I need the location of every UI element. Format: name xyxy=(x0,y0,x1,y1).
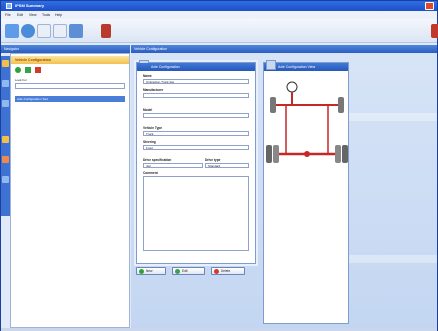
rear-right-outer-wheel xyxy=(342,145,348,163)
drive-type-label: Drive type xyxy=(205,158,221,162)
delete-button-label: Delete xyxy=(221,269,231,273)
edit-button[interactable]: Edit xyxy=(172,267,205,275)
tab-icon-1[interactable] xyxy=(2,60,9,67)
properties-title: Axle Configuration xyxy=(137,63,255,71)
new-icon[interactable] xyxy=(5,24,19,38)
menu-bar: File Edit View Tools Help xyxy=(1,11,437,19)
comment-field[interactable] xyxy=(143,176,249,251)
copy-icon[interactable] xyxy=(53,24,67,38)
vehicle-type-label: Vehicle Type xyxy=(143,126,163,130)
toolbar xyxy=(1,19,438,43)
new-button-icon xyxy=(139,269,144,274)
document-icon[interactable] xyxy=(37,24,51,38)
section-title: Vehicle Configuration xyxy=(11,56,129,64)
model-label: Model xyxy=(143,108,153,112)
delete-button-icon xyxy=(214,269,219,274)
exit-icon[interactable] xyxy=(431,24,438,38)
tab-icon-3[interactable] xyxy=(2,100,9,107)
delete-button[interactable]: Delete xyxy=(211,267,245,275)
front-left-wheel xyxy=(270,97,276,113)
rear-left-inner-wheel xyxy=(273,145,279,163)
steering-field[interactable]: Front xyxy=(143,145,249,150)
manufacturer-field[interactable] xyxy=(143,93,249,98)
add-icon[interactable] xyxy=(15,67,21,73)
steering-wheel-icon xyxy=(286,81,298,93)
edit-icon[interactable] xyxy=(25,67,31,73)
window-title: IPSM Summary xyxy=(15,3,45,8)
differential xyxy=(304,151,310,157)
application-window: IPSM Summary File Edit View Tools Help N… xyxy=(0,0,438,331)
refresh-icon[interactable] xyxy=(21,24,35,38)
forward-icon[interactable] xyxy=(69,24,83,38)
look-for-input[interactable] xyxy=(15,83,125,89)
tab-icon-6[interactable] xyxy=(2,176,9,183)
drive-type-field[interactable]: Standard xyxy=(205,163,249,168)
list-item[interactable]: Axle Configuration Tool xyxy=(15,96,125,102)
name-label: Name xyxy=(143,74,152,78)
menu-edit[interactable]: Edit xyxy=(17,13,23,17)
menu-tools[interactable]: Tools xyxy=(42,13,50,17)
tab-icon-4[interactable] xyxy=(2,136,9,143)
steering-label: Steering xyxy=(143,140,156,144)
app-icon xyxy=(6,3,12,9)
close-button[interactable] xyxy=(425,2,434,10)
tab-icon-5[interactable] xyxy=(2,156,9,163)
menu-view[interactable]: View xyxy=(29,13,37,17)
rear-left-outer-wheel xyxy=(266,145,272,163)
axle-view-icon xyxy=(266,60,276,70)
diagram-title: Axle Configuration View xyxy=(264,63,348,71)
properties-panel: Axle Configuration Name Unitraction Truc… xyxy=(136,60,256,264)
navigator-panel: Vehicle Configuration Look For Axle Conf… xyxy=(10,53,130,328)
diagram-panel: Axle Configuration View xyxy=(263,60,349,324)
axle-diagram xyxy=(266,81,348,163)
model-field[interactable] xyxy=(143,113,249,118)
delete-icon[interactable] xyxy=(35,67,41,73)
navigator-header: Navigator xyxy=(1,45,130,53)
tab-icon-2[interactable] xyxy=(2,80,9,87)
drive-spec-field[interactable]: 4x2 xyxy=(143,163,203,168)
drive-spec-label: Drive specification xyxy=(143,158,172,162)
left-tab-strip xyxy=(1,56,10,216)
manufacturer-label: Manufacturer xyxy=(143,88,164,92)
vehicle-type-field[interactable]: Truck xyxy=(143,131,249,136)
trash-icon[interactable] xyxy=(101,24,111,38)
comment-label: Comment xyxy=(143,171,158,175)
name-field[interactable]: Unitraction Truck 2ax xyxy=(143,79,249,84)
main-header: Vehicle Configuration xyxy=(131,45,437,53)
edit-button-icon xyxy=(175,269,180,274)
menu-help[interactable]: Help xyxy=(55,13,62,17)
menu-file[interactable]: File xyxy=(5,13,11,17)
new-button-label: New xyxy=(146,269,153,273)
title-bar[interactable]: IPSM Summary xyxy=(1,1,437,11)
edit-button-label: Edit xyxy=(182,269,188,273)
rear-right-inner-wheel xyxy=(335,145,341,163)
front-right-wheel xyxy=(338,97,344,113)
look-for-label: Look For xyxy=(15,78,27,82)
new-button[interactable]: New xyxy=(136,267,166,275)
